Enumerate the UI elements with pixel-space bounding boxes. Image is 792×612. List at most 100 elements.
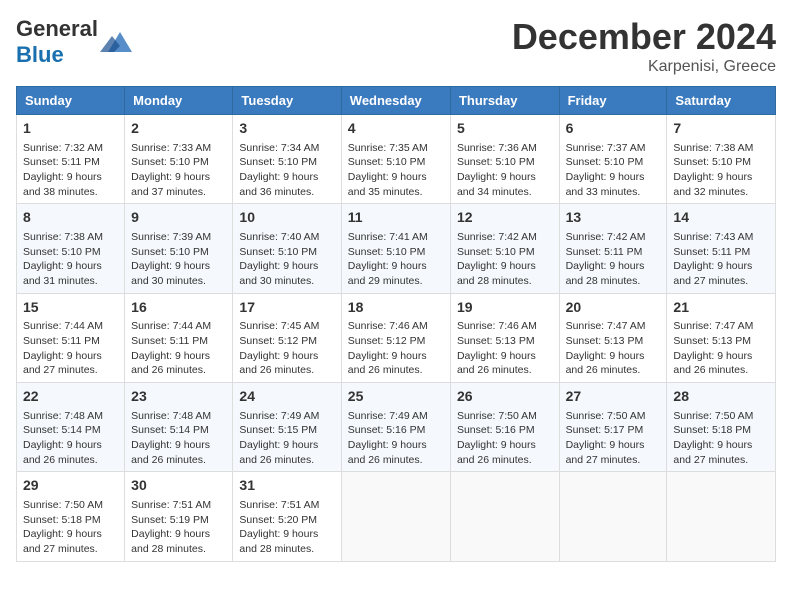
calendar-cell: 20Sunrise: 7:47 AMSunset: 5:13 PMDayligh… [559,293,667,382]
calendar-cell: 22Sunrise: 7:48 AMSunset: 5:14 PMDayligh… [17,383,125,472]
day-info: Sunrise: 7:46 AMSunset: 5:12 PMDaylight:… [348,319,444,378]
calendar-cell: 16Sunrise: 7:44 AMSunset: 5:11 PMDayligh… [125,293,233,382]
day-number: 16 [131,298,226,318]
day-info: Sunrise: 7:44 AMSunset: 5:11 PMDaylight:… [131,319,226,378]
weekday-header-thursday: Thursday [450,87,559,115]
calendar-cell: 8Sunrise: 7:38 AMSunset: 5:10 PMDaylight… [17,204,125,293]
calendar-cell: 10Sunrise: 7:40 AMSunset: 5:10 PMDayligh… [233,204,341,293]
day-info: Sunrise: 7:33 AMSunset: 5:10 PMDaylight:… [131,141,226,200]
day-info: Sunrise: 7:45 AMSunset: 5:12 PMDaylight:… [239,319,334,378]
day-info: Sunrise: 7:49 AMSunset: 5:16 PMDaylight:… [348,409,444,468]
day-number: 10 [239,208,334,228]
day-number: 28 [673,387,769,407]
day-info: Sunrise: 7:51 AMSunset: 5:19 PMDaylight:… [131,498,226,557]
calendar-cell: 15Sunrise: 7:44 AMSunset: 5:11 PMDayligh… [17,293,125,382]
day-info: Sunrise: 7:34 AMSunset: 5:10 PMDaylight:… [239,141,334,200]
day-number: 14 [673,208,769,228]
day-number: 5 [457,119,553,139]
logo: General Blue [16,16,132,68]
calendar-cell [341,472,450,561]
day-info: Sunrise: 7:41 AMSunset: 5:10 PMDaylight:… [348,230,444,289]
day-info: Sunrise: 7:35 AMSunset: 5:10 PMDaylight:… [348,141,444,200]
calendar-cell: 28Sunrise: 7:50 AMSunset: 5:18 PMDayligh… [667,383,776,472]
calendar-cell: 24Sunrise: 7:49 AMSunset: 5:15 PMDayligh… [233,383,341,472]
day-number: 29 [23,476,118,496]
month-title: December 2024 [512,16,776,58]
day-number: 2 [131,119,226,139]
calendar-cell: 14Sunrise: 7:43 AMSunset: 5:11 PMDayligh… [667,204,776,293]
day-number: 3 [239,119,334,139]
weekday-header-tuesday: Tuesday [233,87,341,115]
calendar-cell: 12Sunrise: 7:42 AMSunset: 5:10 PMDayligh… [450,204,559,293]
calendar-cell: 25Sunrise: 7:49 AMSunset: 5:16 PMDayligh… [341,383,450,472]
calendar-cell [450,472,559,561]
day-info: Sunrise: 7:47 AMSunset: 5:13 PMDaylight:… [673,319,769,378]
day-number: 4 [348,119,444,139]
weekday-header-sunday: Sunday [17,87,125,115]
calendar-cell: 6Sunrise: 7:37 AMSunset: 5:10 PMDaylight… [559,115,667,204]
logo-icon [100,28,132,56]
weekday-header-saturday: Saturday [667,87,776,115]
day-info: Sunrise: 7:32 AMSunset: 5:11 PMDaylight:… [23,141,118,200]
calendar-cell: 2Sunrise: 7:33 AMSunset: 5:10 PMDaylight… [125,115,233,204]
weekday-header-friday: Friday [559,87,667,115]
calendar-cell: 26Sunrise: 7:50 AMSunset: 5:16 PMDayligh… [450,383,559,472]
day-info: Sunrise: 7:36 AMSunset: 5:10 PMDaylight:… [457,141,553,200]
weekday-header-wednesday: Wednesday [341,87,450,115]
day-info: Sunrise: 7:50 AMSunset: 5:17 PMDaylight:… [566,409,661,468]
calendar-cell: 31Sunrise: 7:51 AMSunset: 5:20 PMDayligh… [233,472,341,561]
calendar-cell: 27Sunrise: 7:50 AMSunset: 5:17 PMDayligh… [559,383,667,472]
day-info: Sunrise: 7:42 AMSunset: 5:11 PMDaylight:… [566,230,661,289]
day-number: 15 [23,298,118,318]
day-number: 20 [566,298,661,318]
day-number: 6 [566,119,661,139]
calendar-cell: 17Sunrise: 7:45 AMSunset: 5:12 PMDayligh… [233,293,341,382]
calendar-cell: 5Sunrise: 7:36 AMSunset: 5:10 PMDaylight… [450,115,559,204]
day-number: 9 [131,208,226,228]
day-info: Sunrise: 7:42 AMSunset: 5:10 PMDaylight:… [457,230,553,289]
day-number: 30 [131,476,226,496]
day-info: Sunrise: 7:48 AMSunset: 5:14 PMDaylight:… [23,409,118,468]
calendar-cell: 13Sunrise: 7:42 AMSunset: 5:11 PMDayligh… [559,204,667,293]
location: Karpenisi, Greece [512,58,776,76]
day-info: Sunrise: 7:51 AMSunset: 5:20 PMDaylight:… [239,498,334,557]
calendar-cell: 30Sunrise: 7:51 AMSunset: 5:19 PMDayligh… [125,472,233,561]
day-info: Sunrise: 7:40 AMSunset: 5:10 PMDaylight:… [239,230,334,289]
calendar-cell: 3Sunrise: 7:34 AMSunset: 5:10 PMDaylight… [233,115,341,204]
day-number: 26 [457,387,553,407]
calendar-cell: 21Sunrise: 7:47 AMSunset: 5:13 PMDayligh… [667,293,776,382]
day-number: 8 [23,208,118,228]
day-number: 7 [673,119,769,139]
calendar-table: SundayMondayTuesdayWednesdayThursdayFrid… [16,86,776,562]
day-info: Sunrise: 7:48 AMSunset: 5:14 PMDaylight:… [131,409,226,468]
calendar-cell [667,472,776,561]
calendar-cell: 18Sunrise: 7:46 AMSunset: 5:12 PMDayligh… [341,293,450,382]
title-block: December 2024 Karpenisi, Greece [512,16,776,76]
day-info: Sunrise: 7:49 AMSunset: 5:15 PMDaylight:… [239,409,334,468]
day-number: 12 [457,208,553,228]
day-info: Sunrise: 7:38 AMSunset: 5:10 PMDaylight:… [673,141,769,200]
day-number: 1 [23,119,118,139]
day-info: Sunrise: 7:39 AMSunset: 5:10 PMDaylight:… [131,230,226,289]
day-number: 24 [239,387,334,407]
day-info: Sunrise: 7:43 AMSunset: 5:11 PMDaylight:… [673,230,769,289]
calendar-cell: 23Sunrise: 7:48 AMSunset: 5:14 PMDayligh… [125,383,233,472]
calendar-cell: 1Sunrise: 7:32 AMSunset: 5:11 PMDaylight… [17,115,125,204]
calendar-cell: 7Sunrise: 7:38 AMSunset: 5:10 PMDaylight… [667,115,776,204]
day-info: Sunrise: 7:50 AMSunset: 5:16 PMDaylight:… [457,409,553,468]
page-header: General Blue December 2024 Karpenisi, Gr… [16,16,776,76]
day-number: 27 [566,387,661,407]
calendar-cell: 19Sunrise: 7:46 AMSunset: 5:13 PMDayligh… [450,293,559,382]
day-info: Sunrise: 7:44 AMSunset: 5:11 PMDaylight:… [23,319,118,378]
day-info: Sunrise: 7:37 AMSunset: 5:10 PMDaylight:… [566,141,661,200]
day-number: 25 [348,387,444,407]
day-info: Sunrise: 7:38 AMSunset: 5:10 PMDaylight:… [23,230,118,289]
day-info: Sunrise: 7:46 AMSunset: 5:13 PMDaylight:… [457,319,553,378]
day-number: 23 [131,387,226,407]
day-number: 31 [239,476,334,496]
day-number: 18 [348,298,444,318]
calendar-cell: 29Sunrise: 7:50 AMSunset: 5:18 PMDayligh… [17,472,125,561]
day-info: Sunrise: 7:47 AMSunset: 5:13 PMDaylight:… [566,319,661,378]
day-number: 19 [457,298,553,318]
day-number: 21 [673,298,769,318]
